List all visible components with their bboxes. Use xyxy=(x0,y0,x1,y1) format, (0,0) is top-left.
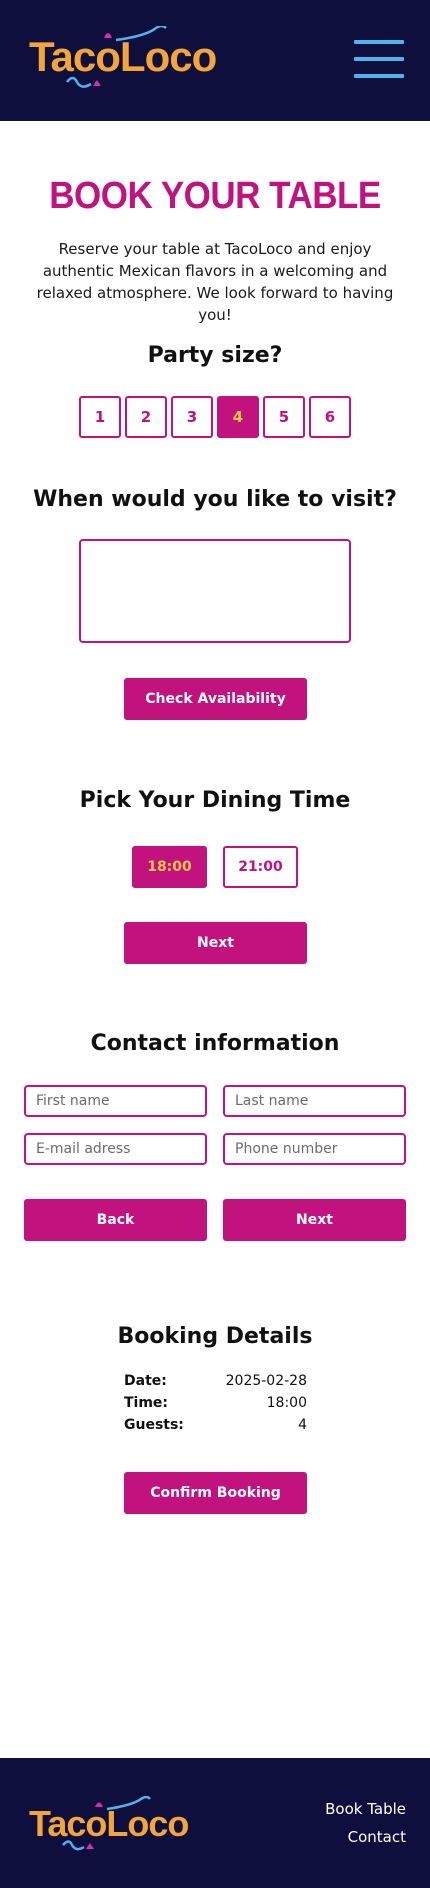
party-size-2-button[interactable]: 2 xyxy=(125,396,167,438)
tacoloco-logo[interactable]: TacoLoco xyxy=(29,26,217,88)
party-size-1-button[interactable]: 1 xyxy=(79,396,121,438)
phone-field[interactable]: Phone number xyxy=(223,1133,406,1165)
site-header: TacoLoco xyxy=(0,0,430,121)
time-slot-2100-button[interactable]: 21:00 xyxy=(223,846,298,888)
dining-time-heading: Pick Your Dining Time xyxy=(79,788,351,813)
footer-link-contact[interactable]: Contact xyxy=(348,1828,406,1846)
booking-details-heading: Booking Details xyxy=(117,1324,313,1349)
contact-heading: Contact information xyxy=(90,1031,340,1056)
party-size-5-button[interactable]: 5 xyxy=(263,396,305,438)
footer-link-book-table[interactable]: Book Table xyxy=(325,1800,406,1818)
party-size-6-button[interactable]: 6 xyxy=(309,396,351,438)
booking-guests-value: 4 xyxy=(298,1417,307,1433)
site-footer: TacoLoco Book Table Contact xyxy=(0,1758,430,1888)
booking-guests-label: Guests: xyxy=(124,1417,184,1433)
back-button[interactable]: Back xyxy=(24,1199,207,1241)
logo-flourish-top-icon xyxy=(104,26,167,42)
time-slot-1800-button[interactable]: 18:00 xyxy=(132,846,207,888)
booking-time-label: Time: xyxy=(124,1395,169,1411)
logo-flourish-bottom-icon xyxy=(66,76,101,88)
contact-next-button[interactable]: Next xyxy=(223,1199,406,1241)
dining-next-button[interactable]: Next xyxy=(124,922,307,964)
visit-date-heading: When would you like to visit? xyxy=(33,487,397,512)
menu-bar-bottom xyxy=(354,74,404,78)
footer-tacoloco-logo[interactable]: TacoLoco xyxy=(29,1796,189,1851)
check-availability-button[interactable]: Check Availability xyxy=(124,678,307,720)
booking-time-row: Time: 18:00 xyxy=(124,1395,307,1417)
first-name-field[interactable]: First name xyxy=(24,1085,207,1117)
booking-date-value: 2025-02-28 xyxy=(225,1373,307,1389)
party-size-3-button[interactable]: 3 xyxy=(171,396,213,438)
intro-text: Reserve your table at TacoLoco and enjoy… xyxy=(36,240,394,324)
booking-date-row: Date: 2025-02-28 xyxy=(124,1373,307,1395)
booking-date-label: Date: xyxy=(124,1373,167,1389)
hamburger-menu-icon[interactable] xyxy=(354,40,404,78)
menu-bar-middle xyxy=(354,57,404,61)
footer-logo-flourish-bottom-icon xyxy=(62,1840,94,1851)
footer-logo-flourish-top-icon xyxy=(95,1796,151,1811)
booking-summary: Date: 2025-02-28 Time: 18:00 Guests: 4 xyxy=(124,1373,307,1439)
visit-date-picker[interactable] xyxy=(79,539,351,643)
party-size-heading: Party size? xyxy=(147,343,283,368)
email-field[interactable]: E-mail adress xyxy=(24,1133,207,1165)
last-name-field[interactable]: Last name xyxy=(223,1085,406,1117)
booking-time-value: 18:00 xyxy=(266,1395,307,1411)
page-title: BOOK YOUR TABLE xyxy=(49,174,381,217)
party-size-4-button[interactable]: 4 xyxy=(217,396,259,438)
booking-guests-row: Guests: 4 xyxy=(124,1417,307,1439)
menu-bar-top xyxy=(354,40,404,44)
confirm-booking-button[interactable]: Confirm Booking xyxy=(124,1472,307,1514)
